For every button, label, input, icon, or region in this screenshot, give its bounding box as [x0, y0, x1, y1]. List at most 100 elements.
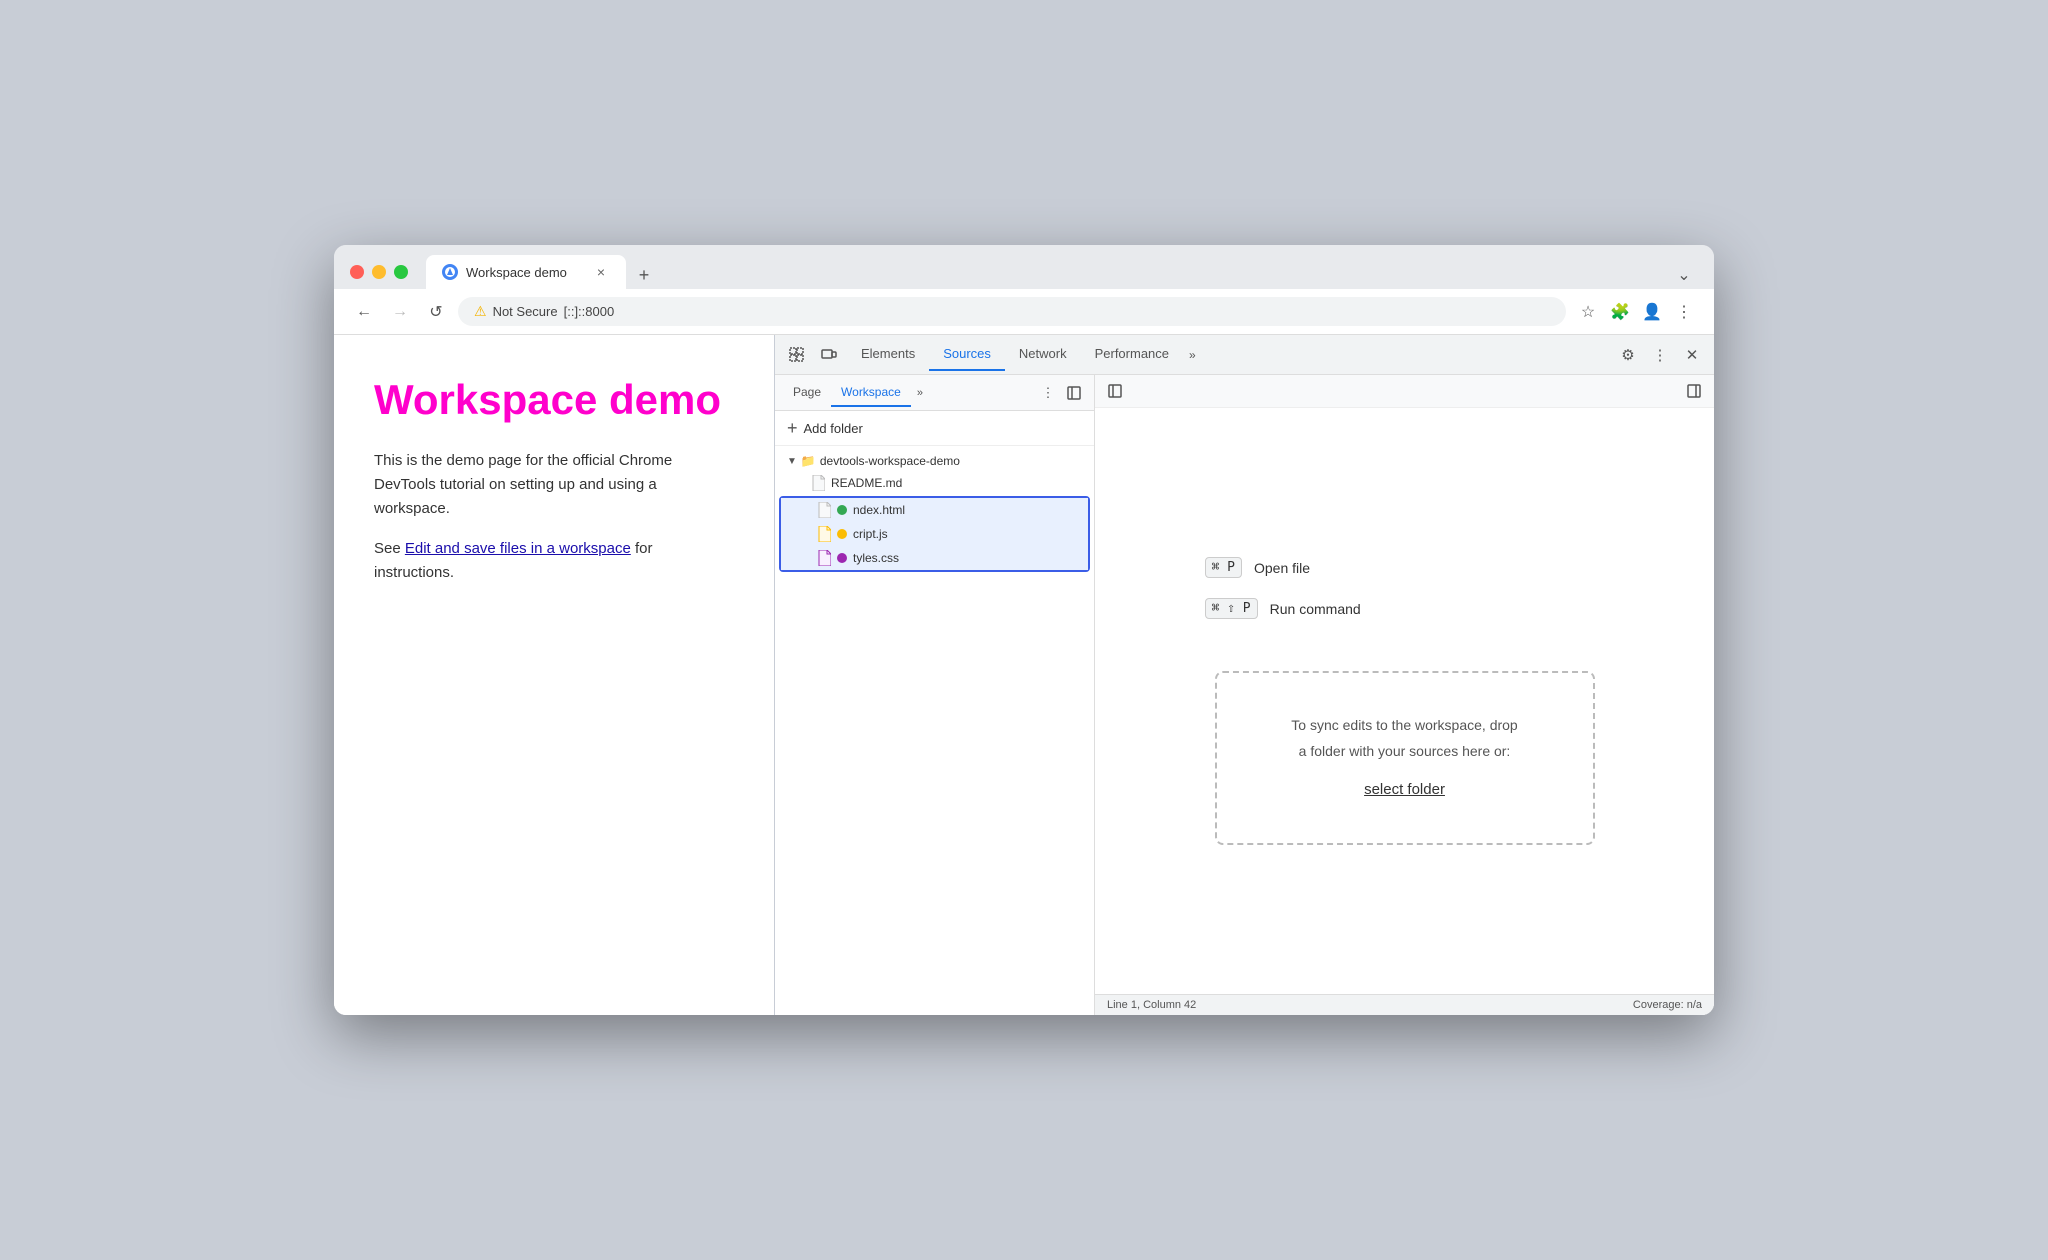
- body-text: This is the demo page for the official C…: [374, 452, 672, 517]
- tabs-dropdown-button[interactable]: ⌄: [1670, 261, 1698, 289]
- open-file-shortcut: ⌘ P Open file: [1205, 557, 1605, 578]
- shortcut-cmd-shift-p: ⌘ ⇧ P: [1205, 598, 1258, 619]
- sources-panel: Page Workspace » ⋮: [775, 375, 1714, 1015]
- tab-performance[interactable]: Performance: [1081, 338, 1183, 371]
- open-file-label: Open file: [1254, 560, 1310, 576]
- status-coverage: Coverage: n/a: [1633, 999, 1702, 1011]
- shortcut-cmd-p: ⌘ P: [1205, 557, 1242, 578]
- drop-zone[interactable]: To sync edits to the workspace, drop a f…: [1215, 671, 1595, 844]
- active-tab[interactable]: Workspace demo ×: [426, 255, 626, 289]
- file-index-name: ndex.html: [853, 503, 905, 517]
- tab-bar: Workspace demo × + ⌄: [426, 255, 1698, 289]
- traffic-lights: [350, 265, 408, 279]
- js-file-icon: [817, 526, 831, 542]
- folder-icon: 📁: [801, 454, 816, 468]
- page-footer: See Edit and save files in a workspace f…: [374, 537, 734, 585]
- main-content: Workspace demo This is the demo page for…: [334, 335, 1714, 1015]
- page-title: Workspace demo: [374, 375, 734, 425]
- sources-main-toolbar: [1095, 375, 1714, 408]
- shortcuts-section: ⌘ P Open file ⌘ ⇧ P Run command: [1205, 557, 1605, 639]
- run-command-label: Run command: [1270, 601, 1361, 617]
- src-tab-overflow[interactable]: »: [911, 383, 929, 403]
- add-folder-label: Add folder: [804, 421, 863, 436]
- title-bar: Workspace demo × + ⌄: [334, 245, 1714, 289]
- bookmark-button[interactable]: ☆: [1574, 298, 1602, 326]
- file-script-name: cript.js: [853, 527, 888, 541]
- tab-sources[interactable]: Sources: [929, 338, 1005, 371]
- folder-devtools-workspace-demo[interactable]: ▼ 📁 devtools-workspace-demo: [775, 450, 1094, 472]
- tab-bar-end: ⌄: [1670, 261, 1698, 289]
- folder-name: devtools-workspace-demo: [820, 454, 960, 468]
- js-dot-icon: [837, 529, 847, 539]
- sources-sidebar: Page Workspace » ⋮: [775, 375, 1095, 1015]
- extensions-button[interactable]: 🧩: [1606, 298, 1634, 326]
- dt-toolbar-end: ⚙ ⋮ ✕: [1614, 341, 1706, 369]
- workspace-link[interactable]: Edit and save files in a workspace: [405, 540, 631, 557]
- tab-overflow-button[interactable]: »: [1183, 344, 1202, 366]
- tab-page[interactable]: Page: [783, 379, 831, 407]
- not-secure-label: Not Secure: [493, 304, 558, 319]
- tab-favicon: [442, 264, 458, 280]
- collapse-right-button[interactable]: [1682, 379, 1706, 403]
- tab-close-button[interactable]: ×: [592, 263, 610, 281]
- file-styles-name: tyles.css: [853, 551, 899, 565]
- back-button[interactable]: ←: [350, 298, 378, 326]
- tab-network[interactable]: Network: [1005, 338, 1081, 371]
- file-selection-box: ndex.html cript.js: [779, 496, 1090, 572]
- tab-elements[interactable]: Elements: [847, 338, 929, 371]
- device-toolbar-button[interactable]: [815, 341, 843, 369]
- add-icon: +: [787, 419, 798, 437]
- forward-button[interactable]: →: [386, 298, 414, 326]
- tab-workspace[interactable]: Workspace: [831, 379, 911, 407]
- select-folder-button[interactable]: select folder: [1364, 781, 1445, 798]
- css-dot-icon: [837, 553, 847, 563]
- sources-editor-area: ⌘ P Open file ⌘ ⇧ P Run command To sync …: [1095, 408, 1714, 994]
- sources-tabs: Page Workspace » ⋮: [775, 375, 1094, 411]
- profile-button[interactable]: 👤: [1638, 298, 1666, 326]
- address-url: [::]::8000: [564, 304, 615, 319]
- address-input[interactable]: ⚠ Not Secure [::]::8000: [458, 297, 1566, 326]
- file-styles-css[interactable]: tyles.css: [781, 546, 1088, 570]
- file-readme[interactable]: README.md: [775, 472, 1094, 494]
- folder-arrow-icon: ▼: [787, 456, 797, 467]
- sources-main: ⌘ P Open file ⌘ ⇧ P Run command To sync …: [1095, 375, 1714, 1015]
- page-content: Workspace demo This is the demo page for…: [334, 335, 774, 1015]
- sources-status-bar: Line 1, Column 42 Coverage: n/a: [1095, 994, 1714, 1015]
- tab-title: Workspace demo: [466, 265, 567, 280]
- add-folder-row[interactable]: + Add folder: [775, 411, 1094, 446]
- security-warning-icon: ⚠: [474, 303, 487, 320]
- open-sidebar-button[interactable]: [1103, 379, 1127, 403]
- maximize-button[interactable]: [394, 265, 408, 279]
- html-dot-icon: [837, 505, 847, 515]
- menu-button[interactable]: ⋮: [1670, 298, 1698, 326]
- run-command-shortcut: ⌘ ⇧ P Run command: [1205, 598, 1605, 619]
- address-bar: ← → ↺ ⚠ Not Secure [::]::8000 ☆ 🧩 👤 ⋮: [334, 289, 1714, 335]
- close-devtools-button[interactable]: ✕: [1678, 341, 1706, 369]
- address-actions: ☆ 🧩 👤 ⋮: [1574, 298, 1698, 326]
- drop-zone-line2: a folder with your sources here or:: [1267, 739, 1543, 764]
- close-button[interactable]: [350, 265, 364, 279]
- browser-window: Workspace demo × + ⌄ ← → ↺ ⚠ Not Secure …: [334, 245, 1714, 1015]
- see-label: See: [374, 540, 405, 557]
- inspect-element-button[interactable]: [783, 341, 811, 369]
- drop-zone-line1: To sync edits to the workspace, drop: [1267, 713, 1543, 738]
- more-options-button[interactable]: ⋮: [1646, 341, 1674, 369]
- html-file-icon: [817, 502, 831, 518]
- address-text: ⚠ Not Secure [::]::8000: [474, 303, 614, 320]
- minimize-button[interactable]: [372, 265, 386, 279]
- devtools-tabs: Elements Sources Network Performance »: [847, 338, 1610, 371]
- three-dots-button[interactable]: ⋮: [1036, 381, 1060, 405]
- file-script-js[interactable]: cript.js: [781, 522, 1088, 546]
- file-index-html[interactable]: ndex.html: [781, 498, 1088, 522]
- css-file-icon: [817, 550, 831, 566]
- readme-file-icon: [811, 475, 825, 491]
- file-tree: ▼ 📁 devtools-workspace-demo README.md: [775, 446, 1094, 1015]
- settings-button[interactable]: ⚙: [1614, 341, 1642, 369]
- page-body: This is the demo page for the official C…: [374, 449, 734, 521]
- status-position: Line 1, Column 42: [1107, 999, 1196, 1011]
- devtools-toolbar: Elements Sources Network Performance » ⚙: [775, 335, 1714, 375]
- collapse-panel-button[interactable]: [1062, 381, 1086, 405]
- new-tab-button[interactable]: +: [630, 261, 658, 289]
- refresh-button[interactable]: ↺: [422, 298, 450, 326]
- src-tabs-end: ⋮: [1036, 381, 1086, 405]
